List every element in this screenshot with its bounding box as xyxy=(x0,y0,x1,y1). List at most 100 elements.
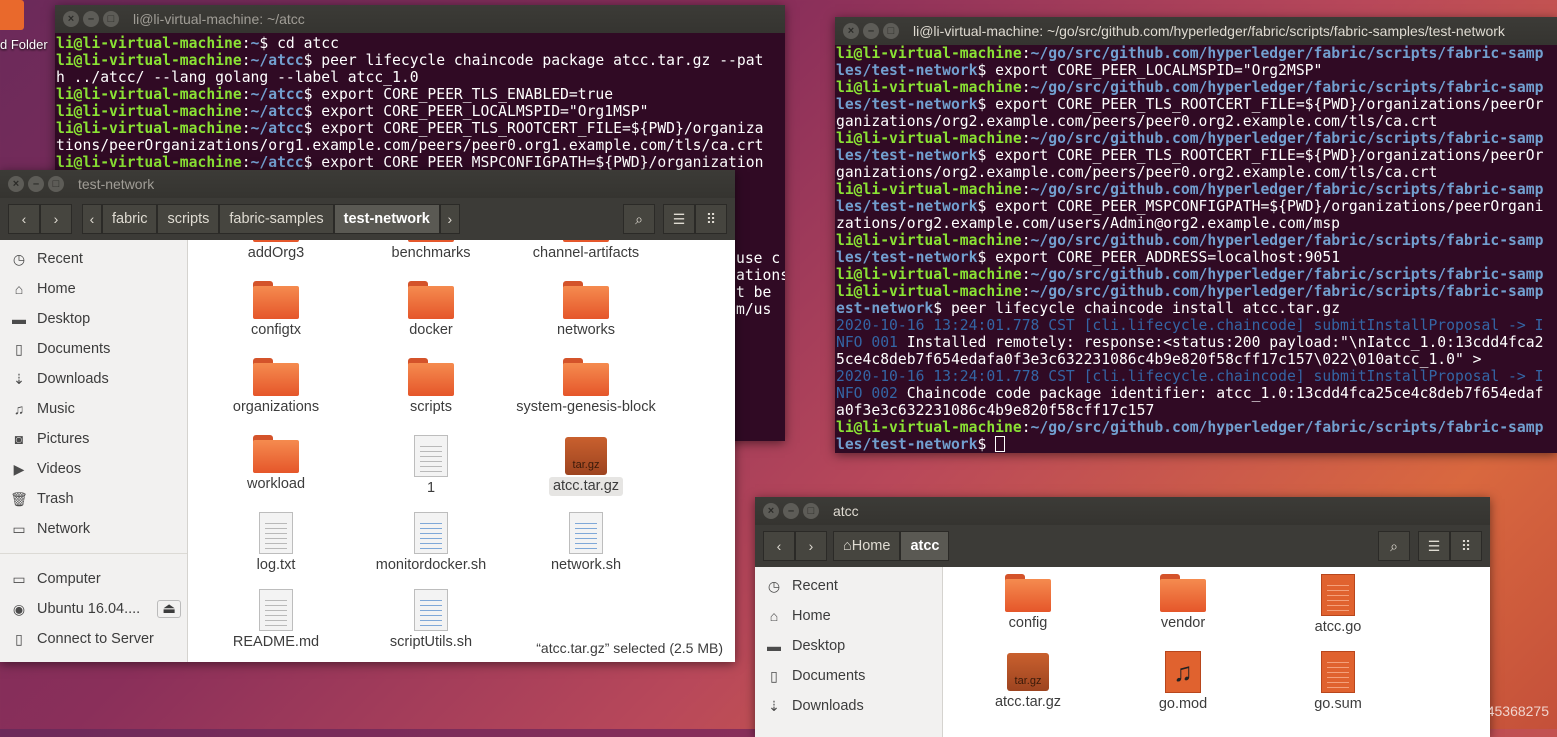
go-file-icon xyxy=(1321,651,1355,693)
close-button[interactable]: × xyxy=(763,503,779,519)
terminal-text: les/test-network xyxy=(836,436,978,453)
breadcrumb-test-network[interactable]: test-network xyxy=(333,204,440,234)
clock-icon: ◷ xyxy=(12,250,26,267)
file-item[interactable]: README.md xyxy=(201,589,351,652)
sidebar-item-connect-to-server[interactable]: ▯ Connect to Server xyxy=(0,624,187,654)
grid-view-icon[interactable]: ⠿ xyxy=(695,204,727,234)
file-item[interactable]: scripts xyxy=(356,358,506,417)
chevron-right-icon[interactable]: › xyxy=(795,531,827,561)
grid-view-icon[interactable]: ⠿ xyxy=(1450,531,1482,561)
file-grid: “atcc.tar.gz” selected (2.5 MB) addOrg3 b… xyxy=(188,240,735,662)
terminal-text: : xyxy=(1021,266,1031,283)
file-item[interactable]: tar.gz atcc.tar.gz xyxy=(953,651,1103,712)
file-name: network.sh xyxy=(550,557,622,573)
file-item[interactable]: organizations xyxy=(201,358,351,417)
file-item[interactable]: configtx xyxy=(201,281,351,340)
breadcrumb-home[interactable]: ⌂ Home xyxy=(833,531,901,561)
path-scroll-right[interactable]: › xyxy=(439,204,460,234)
chevron-left-icon[interactable]: ‹ xyxy=(763,531,795,561)
sidebar-item-downloads[interactable]: ⇣ Downloads xyxy=(755,691,942,721)
file-item[interactable]: benchmarks xyxy=(356,240,506,263)
file-item[interactable]: config xyxy=(953,574,1103,633)
sidebar-item-documents[interactable]: ▯ Documents xyxy=(0,334,187,364)
file-manager-atcc: × – □ atcc ‹ › ⌂ Home atcc ⌕ ☰ ⠿ ◷ Recent ⌂ Home ▬… xyxy=(755,497,1490,737)
sidebar-item-network[interactable]: ▭ Network xyxy=(0,514,187,544)
file-name: go.mod xyxy=(1158,696,1208,712)
sidebar-item-ubuntu-16-04[interactable]: ◉ Ubuntu 16.04.... ⏏ xyxy=(0,594,187,624)
file-item[interactable]: scriptUtils.sh xyxy=(356,589,506,652)
sidebar-item-music[interactable]: ♫ Music xyxy=(0,394,187,424)
file-item[interactable]: docker xyxy=(356,281,506,340)
chevron-left-icon[interactable]: ‹ xyxy=(8,204,40,234)
document-icon: ▯ xyxy=(770,667,778,684)
sidebar-item-recent[interactable]: ◷ Recent xyxy=(0,244,187,274)
terminal-text: les/test-network xyxy=(836,147,978,164)
file-item[interactable]: vendor xyxy=(1108,574,1258,633)
folder-icon xyxy=(253,240,299,242)
sidebar-item-label: Downloads xyxy=(792,698,864,714)
file-item[interactable]: system-genesis-block xyxy=(511,358,661,417)
sidebar-item-trash[interactable]: 🗑 Trash xyxy=(0,484,187,514)
terminal-line: li@li-virtual-machine:~/go/src/github.co… xyxy=(836,283,1557,300)
list-view-icon[interactable]: ☰ xyxy=(663,204,695,234)
close-button[interactable]: × xyxy=(8,176,24,192)
maximize-button[interactable]: □ xyxy=(103,11,119,27)
maximize-button[interactable]: □ xyxy=(48,176,64,192)
breadcrumb-fabric[interactable]: fabric xyxy=(102,204,158,234)
path-scroll-left[interactable]: ‹ xyxy=(82,204,102,234)
maximize-button[interactable]: □ xyxy=(883,23,899,39)
chevron-right-icon[interactable]: › xyxy=(40,204,72,234)
search-icon[interactable]: ⌕ xyxy=(623,204,655,234)
sidebar-item-desktop[interactable]: ▬ Desktop xyxy=(755,631,942,661)
sidebar-item-recent[interactable]: ◷ Recent xyxy=(755,571,942,601)
terminal-text-fragment: t be xyxy=(736,284,772,301)
terminal-text: ganizations/org2.example.com/peers/peer0… xyxy=(836,113,1438,130)
file-item[interactable]: networks xyxy=(511,281,661,340)
close-button[interactable]: × xyxy=(843,23,859,39)
breadcrumb-scripts[interactable]: scripts xyxy=(157,204,220,234)
breadcrumb-fabric-samples[interactable]: fabric-samples xyxy=(219,204,334,234)
maximize-button[interactable]: □ xyxy=(803,503,819,519)
terminal-line: li@li-virtual-machine:~/go/src/github.co… xyxy=(836,266,1557,283)
sidebar-item-downloads[interactable]: ⇣ Downloads xyxy=(0,364,187,394)
terminal-text-fragment: m/us xyxy=(736,301,772,318)
file-item[interactable]: atcc.go xyxy=(1263,574,1413,637)
file-item[interactable]: workload xyxy=(201,435,351,494)
sidebar-item-computer[interactable]: ▭ Computer xyxy=(0,564,187,594)
terminal-text: : xyxy=(1021,130,1031,147)
eject-icon[interactable]: ⏏ xyxy=(157,600,181,618)
sidebar-item-label: Recent xyxy=(37,251,83,267)
terminal-text: li@li-virtual-machine xyxy=(56,52,242,69)
file-item[interactable]: network.sh xyxy=(511,512,661,575)
minimize-button[interactable]: – xyxy=(863,23,879,39)
file-item[interactable]: 1 xyxy=(356,435,506,498)
sidebar-item-videos[interactable]: ▶ Videos xyxy=(0,454,187,484)
terminal-line: 2020-10-16 13:24:01.778 CST [cli.lifecyc… xyxy=(836,368,1557,385)
terminal-output[interactable]: li@li-virtual-machine:~/go/src/github.co… xyxy=(835,45,1557,453)
file-item[interactable]: monitordocker.sh xyxy=(356,512,506,575)
terminal-line: NFO 002 Chaincode code package identifie… xyxy=(836,385,1557,402)
file-item[interactable]: ♫ go.mod xyxy=(1108,651,1258,714)
close-button[interactable]: × xyxy=(63,11,79,27)
minimize-button[interactable]: – xyxy=(783,503,799,519)
terminal-text: les/test-network xyxy=(836,249,978,266)
sidebar-item-home[interactable]: ⌂ Home xyxy=(755,601,942,631)
sidebar-item-desktop[interactable]: ▬ Desktop xyxy=(0,304,187,334)
file-item[interactable]: tar.gz atcc.tar.gz xyxy=(511,435,661,496)
list-view-icon[interactable]: ☰ xyxy=(1418,531,1450,561)
sidebar-item-pictures[interactable]: ◙ Pictures xyxy=(0,424,187,454)
file-item[interactable]: addOrg3 xyxy=(201,240,351,263)
sidebar-item-documents[interactable]: ▯ Documents xyxy=(755,661,942,691)
search-icon[interactable]: ⌕ xyxy=(1378,531,1410,561)
file-item[interactable]: channel-artifacts xyxy=(511,240,661,263)
terminal-line: 2020-10-16 13:24:01.778 CST [cli.lifecyc… xyxy=(836,317,1557,334)
terminal-text: ~/go/src/github.com/hyperledger/fabric/s… xyxy=(1030,232,1544,249)
folder-icon xyxy=(408,281,454,319)
desktop-folder-icon[interactable] xyxy=(0,0,24,30)
minimize-button[interactable]: – xyxy=(28,176,44,192)
file-item[interactable]: log.txt xyxy=(201,512,351,575)
sidebar-item-label: Ubuntu 16.04.... xyxy=(37,601,141,617)
minimize-button[interactable]: – xyxy=(83,11,99,27)
sidebar-item-home[interactable]: ⌂ Home xyxy=(0,274,187,304)
breadcrumb-atcc[interactable]: atcc xyxy=(900,531,950,561)
